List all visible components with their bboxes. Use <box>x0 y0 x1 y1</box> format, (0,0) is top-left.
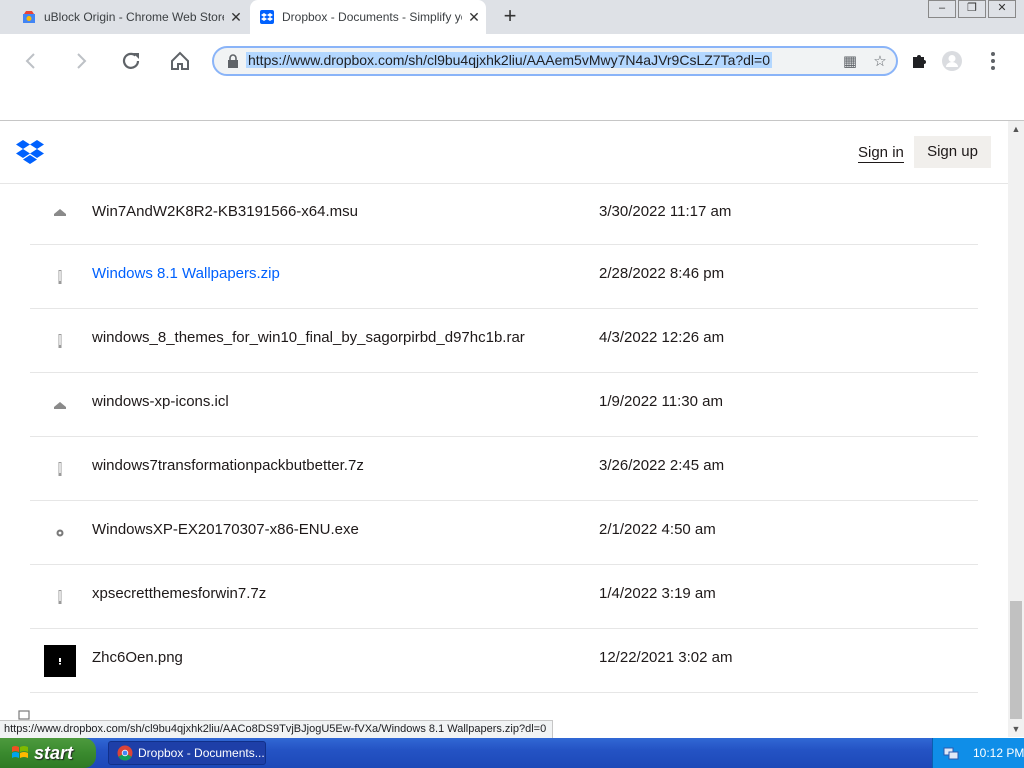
home-icon <box>171 51 189 70</box>
page-scrollbar[interactable]: ▲ ▼ <box>1008 121 1024 737</box>
file-row[interactable]: xpsecretthemesforwin7.7z 1/4/2022 3:19 a… <box>30 565 978 629</box>
taskbar-item-label: Dropbox - Documents... <box>138 746 265 760</box>
file-list: Win7AndW2K8R2-KB3191566-x64.msu 3/30/202… <box>30 184 978 693</box>
dropbox-header: Sign in Sign up <box>0 121 1008 184</box>
file-name-link[interactable]: Windows 8.1 Wallpapers.zip <box>92 265 280 282</box>
file-date: 3/26/2022 2:45 am <box>599 457 725 474</box>
page-content: Sign in Sign up Win7AndW2K8R2-KB3191566-… <box>0 121 1008 737</box>
dropbox-logo-icon[interactable] <box>16 139 44 165</box>
file-row[interactable]: windows_8_themes_for_win10_final_by_sago… <box>30 309 978 373</box>
archive-icon <box>58 462 62 476</box>
home-button[interactable] <box>165 46 195 76</box>
system-tray: 10:12 PM <box>932 738 1024 768</box>
avatar-icon <box>942 51 962 71</box>
sign-up-button[interactable]: Sign up <box>914 136 991 168</box>
taskbar: start Dropbox - Documents... 10:12 PM <box>0 738 1024 768</box>
close-icon[interactable]: ✕ <box>462 9 486 26</box>
file-date: 1/4/2022 3:19 am <box>599 585 716 602</box>
start-button[interactable]: start <box>0 738 96 768</box>
taskbar-item-dropbox[interactable]: Dropbox - Documents... <box>108 741 266 765</box>
bookmark-bar <box>0 88 1024 121</box>
file-row[interactable]: Zhc6Oen.png 12/22/2021 3:02 am <box>30 629 978 693</box>
extensions-button[interactable] <box>905 46 935 76</box>
close-window-button[interactable]: ✕ <box>988 0 1016 18</box>
arrow-left-icon <box>25 53 35 69</box>
file-name[interactable]: Win7AndW2K8R2-KB3191566-x64.msu <box>92 203 358 220</box>
file-name[interactable]: windows_8_themes_for_win10_final_by_sago… <box>92 329 525 346</box>
forward-button[interactable] <box>66 46 96 76</box>
bookmark-star-icon[interactable]: ☆ <box>870 52 890 72</box>
close-icon[interactable]: ✕ <box>224 9 248 26</box>
file-row[interactable]: windows-xp-icons.icl 1/9/2022 11:30 am <box>30 373 978 437</box>
archive-icon <box>58 270 62 284</box>
address-bar[interactable]: https://www.dropbox.com/sh/cl9bu4qjxhk2l… <box>212 46 898 76</box>
scroll-thumb[interactable] <box>1010 601 1022 719</box>
archive-icon <box>58 590 62 604</box>
tab-strip: uBlock Origin - Chrome Web Store ✕ Dropb… <box>0 0 1024 34</box>
profile-button[interactable] <box>937 46 967 76</box>
sign-in-link[interactable]: Sign in <box>858 144 904 163</box>
clock[interactable]: 10:12 PM <box>973 746 1024 760</box>
file-row[interactable]: windows7transformationpackbutbetter.7z 3… <box>30 437 978 501</box>
image-thumbnail-icon <box>44 645 76 677</box>
archive-icon <box>58 334 62 348</box>
new-tab-button[interactable]: + <box>498 4 522 28</box>
browser-toolbar: https://www.dropbox.com/sh/cl9bu4qjxhk2l… <box>0 34 1024 88</box>
arrow-right-icon <box>77 53 87 69</box>
package-icon <box>54 402 66 409</box>
file-date: 12/22/2021 3:02 am <box>599 649 733 666</box>
restore-button[interactable]: ❐ <box>958 0 986 18</box>
file-date: 3/30/2022 11:17 am <box>599 203 732 220</box>
package-icon <box>54 209 66 216</box>
puzzle-icon <box>913 55 926 68</box>
scroll-down-arrow-icon[interactable]: ▼ <box>1008 721 1024 737</box>
dropbox-favicon-icon <box>260 10 274 24</box>
lock-icon[interactable] <box>226 53 240 69</box>
chrome-icon <box>117 745 133 761</box>
gear-icon <box>56 529 64 537</box>
menu-button[interactable] <box>978 46 1008 76</box>
file-row[interactable]: Win7AndW2K8R2-KB3191566-x64.msu 3/30/202… <box>30 184 978 245</box>
file-name[interactable]: Zhc6Oen.png <box>92 649 183 666</box>
tab-title: Dropbox - Documents - Simplify your <box>282 10 462 24</box>
file-date: 4/3/2022 12:26 am <box>599 329 725 346</box>
more-vertical-icon <box>991 52 995 70</box>
file-row[interactable]: WindowsXP-EX20170307-x86-ENU.exe 2/1/202… <box>30 501 978 565</box>
url-text[interactable]: https://www.dropbox.com/sh/cl9bu4qjxhk2l… <box>246 52 773 68</box>
minimize-button[interactable]: ‒ <box>928 0 956 18</box>
file-row[interactable]: Windows 8.1 Wallpapers.zip 2/28/2022 8:4… <box>30 245 978 309</box>
reload-button[interactable] <box>116 46 146 76</box>
reload-icon <box>122 52 140 69</box>
tab-ublock-origin[interactable]: uBlock Origin - Chrome Web Store ✕ <box>8 0 248 34</box>
file-date: 1/9/2022 11:30 am <box>599 393 723 410</box>
chrome-web-store-icon <box>23 11 35 23</box>
tab-title: uBlock Origin - Chrome Web Store <box>44 10 224 24</box>
scroll-up-arrow-icon[interactable]: ▲ <box>1008 121 1024 137</box>
file-date: 2/1/2022 4:50 am <box>599 521 716 538</box>
file-name[interactable]: windows-xp-icons.icl <box>92 393 229 410</box>
file-name[interactable]: xpsecretthemesforwin7.7z <box>92 585 266 602</box>
back-button[interactable] <box>16 46 46 76</box>
window-controls: ‒ ❐ ✕ <box>928 0 1016 18</box>
file-name[interactable]: WindowsXP-EX20170307-x86-ENU.exe <box>92 521 359 538</box>
file-date: 2/28/2022 8:46 pm <box>599 265 725 282</box>
document-icon <box>18 710 30 720</box>
qr-code-icon[interactable]: ▦ <box>840 52 860 72</box>
file-name[interactable]: windows7transformationpackbutbetter.7z <box>92 457 364 474</box>
network-icon[interactable] <box>943 745 959 761</box>
start-label: start <box>34 742 74 763</box>
windows-flag-icon <box>12 746 28 758</box>
tab-dropbox[interactable]: Dropbox - Documents - Simplify your ✕ <box>250 0 486 34</box>
link-status-bubble: https://www.dropbox.com/sh/cl9bu4qjxhk2l… <box>0 720 554 739</box>
